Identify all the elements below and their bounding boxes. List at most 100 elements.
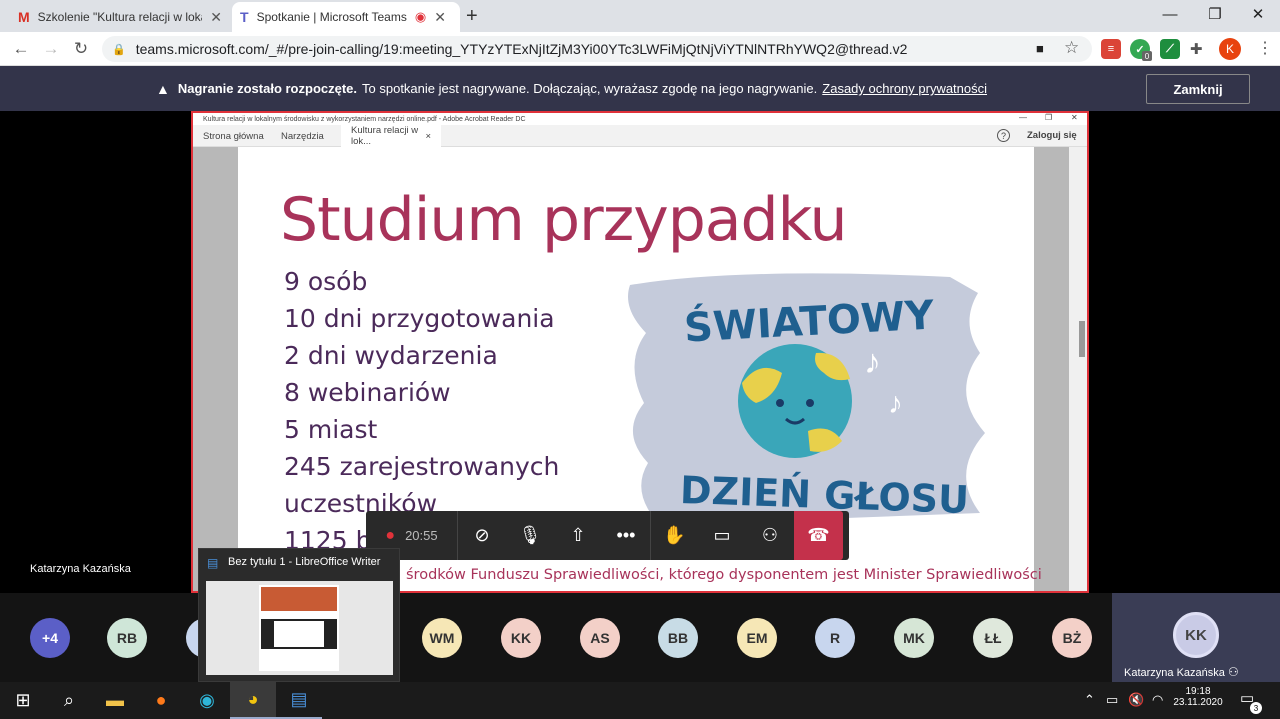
people-icon: ⚇ — [761, 525, 779, 545]
fact-line: 9 osób — [284, 267, 368, 296]
extensions-puzzle-icon[interactable]: ✚ — [1190, 40, 1203, 58]
call-timer: 20:55 — [405, 528, 438, 543]
tray-chevron-icon[interactable]: ⌃ — [1084, 692, 1095, 708]
clock[interactable]: 19:18 23.11.2020 — [1172, 686, 1224, 708]
pdf-scrollbar — [1069, 147, 1087, 591]
avatar[interactable]: MK — [894, 618, 934, 658]
avatar[interactable]: R — [815, 618, 855, 658]
profile-avatar[interactable]: K — [1219, 38, 1241, 60]
hang-up-icon: ☎ — [807, 525, 830, 545]
acrobat-title: Kultura relacji w lokalnym środowisku z … — [203, 115, 526, 123]
wifi-icon[interactable]: ◠ — [1152, 692, 1163, 708]
forward-icon[interactable]: → — [40, 38, 62, 60]
mic-off-icon: 🎙 — [518, 525, 542, 545]
acrobat-signin: Zaloguj się — [1027, 130, 1077, 141]
avatar[interactable]: AS — [580, 618, 620, 658]
participants-button[interactable]: ⚇ — [746, 511, 794, 560]
maximize-icon[interactable]: ❐ — [1193, 0, 1237, 28]
acrobat-tab-document: Kultura relacji w lok... × — [341, 125, 441, 147]
avatar[interactable]: BB — [658, 618, 698, 658]
chrome-menu-icon[interactable]: ⋮ — [1257, 38, 1273, 58]
teams-icon: T — [240, 9, 249, 25]
window-close-icon[interactable]: ✕ — [1236, 0, 1280, 28]
new-tab-button[interactable]: + — [466, 5, 478, 28]
fact-line: 8 webinariów — [284, 378, 451, 407]
tab-gmail[interactable]: M Szkolenie "Kultura relacji w lokalnym … — [10, 2, 230, 32]
acrobat-maximize-icon: ❐ — [1045, 113, 1053, 122]
self-name: Katarzyna Kazańska — [1124, 667, 1225, 679]
back-icon[interactable]: ← — [10, 38, 32, 60]
tab-title: Spotkanie | Microsoft Teams — [256, 10, 407, 24]
address-bar[interactable]: 🔒 teams.microsoft.com/_#/pre-join-callin… — [102, 36, 1092, 62]
tab-teams[interactable]: T Spotkanie | Microsoft Teams ◉ ✕ — [232, 2, 460, 32]
slide-title: Studium przypadku — [280, 185, 848, 255]
edge-icon[interactable]: ◉ — [184, 682, 230, 719]
clock-time: 19:18 — [1185, 686, 1211, 697]
music-note-icon: ♪ — [888, 387, 903, 420]
lock-icon: 🔒 — [112, 43, 126, 56]
share-button[interactable]: ⇧ — [554, 511, 602, 560]
presenter-name: Katarzyna Kazańska — [30, 563, 131, 575]
browser-tab-strip: M Szkolenie "Kultura relacji w lokalnym … — [0, 0, 1280, 32]
notification-count: 3 — [1250, 702, 1262, 714]
privacy-link[interactable]: Zasady ochrony prywatności — [822, 81, 987, 96]
call-controls: ● 20:55 ⊘ 🎙 ⇧ ••• ✋ ▭ ⚇ ☎ — [366, 511, 849, 560]
windows-taskbar: ⊞ ⌕ ▬ ● ◉ ◕ ▤ ⌃ ▭ 🔇 ◠ 19:18 23.11.2020 ▭… — [0, 682, 1280, 719]
more-actions-button[interactable]: ••• — [602, 511, 650, 560]
acrobat-title-bar: Kultura relacji w lokalnym środowisku z … — [193, 113, 1087, 125]
preview-title: Bez tytułu 1 - LibreOffice Writer — [228, 556, 381, 568]
help-icon: ? — [997, 129, 1010, 142]
minimize-icon[interactable]: — — [1148, 0, 1192, 28]
extension-sheets-icon[interactable]: ⟋ — [1160, 39, 1180, 59]
search-icon[interactable]: ⌕ — [46, 682, 92, 719]
more-participants[interactable]: +4 — [30, 618, 70, 658]
camera-off-button[interactable]: ⊘ — [458, 511, 506, 560]
chrome-taskbar-icon[interactable]: ◕ — [230, 682, 276, 719]
close-banner-button[interactable]: Zamknij — [1146, 74, 1250, 104]
acrobat-tab-close-icon: × — [425, 130, 431, 142]
reload-icon[interactable]: ↻ — [70, 38, 92, 60]
avatar[interactable]: RB — [107, 618, 147, 658]
battery-icon[interactable]: ▭ — [1106, 692, 1118, 708]
self-avatar: KK — [1173, 612, 1219, 658]
mute-button[interactable]: 🎙 — [506, 511, 554, 560]
recording-icon: ◉ — [414, 9, 427, 24]
url-text: teams.microsoft.com/_#/pre-join-calling/… — [135, 41, 908, 57]
close-tab-icon[interactable]: ✕ — [434, 9, 446, 26]
bookmark-star-icon[interactable]: ☆ — [1064, 38, 1079, 58]
record-dot-icon: ● — [385, 526, 396, 544]
avatar[interactable]: EM — [737, 618, 777, 658]
avatar[interactable]: BŻ — [1052, 618, 1092, 658]
file-explorer-icon[interactable]: ▬ — [92, 682, 138, 719]
avatar[interactable]: ŁŁ — [973, 618, 1013, 658]
recording-banner: ▲ Nagranie zostało rozpoczęte. To spotka… — [0, 66, 1280, 111]
volume-muted-icon[interactable]: 🔇 — [1128, 692, 1144, 708]
avatar[interactable]: WM — [422, 618, 462, 658]
acrobat-tab-home: Strona główna — [203, 130, 264, 142]
clock-date: 23.11.2020 — [1173, 697, 1223, 708]
writer-icon: ▤ — [207, 556, 219, 570]
chat-button[interactable]: ▭ — [698, 511, 746, 560]
extension-todoist-icon[interactable]: ≡ — [1101, 39, 1121, 59]
firefox-icon[interactable]: ● — [138, 682, 184, 719]
taskbar-preview[interactable]: ▤ Bez tytułu 1 - LibreOffice Writer — [198, 548, 400, 682]
writer-taskbar-icon[interactable]: ▤ — [276, 682, 322, 719]
windows-start-icon[interactable]: ⊞ — [0, 682, 46, 719]
person-icon: ⚇ — [1228, 665, 1239, 679]
music-note-icon: ♪ — [864, 343, 881, 381]
raise-hand-button[interactable]: ✋ — [650, 511, 698, 560]
hang-up-button[interactable]: ☎ — [794, 511, 843, 560]
banner-bold-text: Nagranie zostało rozpoczęte. — [177, 81, 358, 96]
fact-line: 10 dni przygotowania — [284, 304, 555, 333]
slide-footnote: środków Funduszu Sprawiedliwości, któreg… — [406, 567, 1042, 583]
acrobat-tab-tools: Narzędzia — [281, 130, 324, 142]
preview-image — [261, 587, 337, 611]
browser-toolbar: ← → ↻ 🔒 teams.microsoft.com/_#/pre-join-… — [0, 32, 1280, 66]
acrobat-close-icon: ✕ — [1071, 113, 1078, 122]
pdf-scroll-thumb — [1079, 321, 1085, 357]
camera-icon[interactable]: ■ — [1036, 41, 1044, 56]
tab-title: Szkolenie "Kultura relacji w lokalnym — [37, 10, 203, 24]
avatar[interactable]: KK — [501, 618, 541, 658]
banner-text: To spotkanie jest nagrywane. Dołączając,… — [362, 81, 818, 96]
close-tab-icon[interactable]: ✕ — [210, 9, 222, 26]
